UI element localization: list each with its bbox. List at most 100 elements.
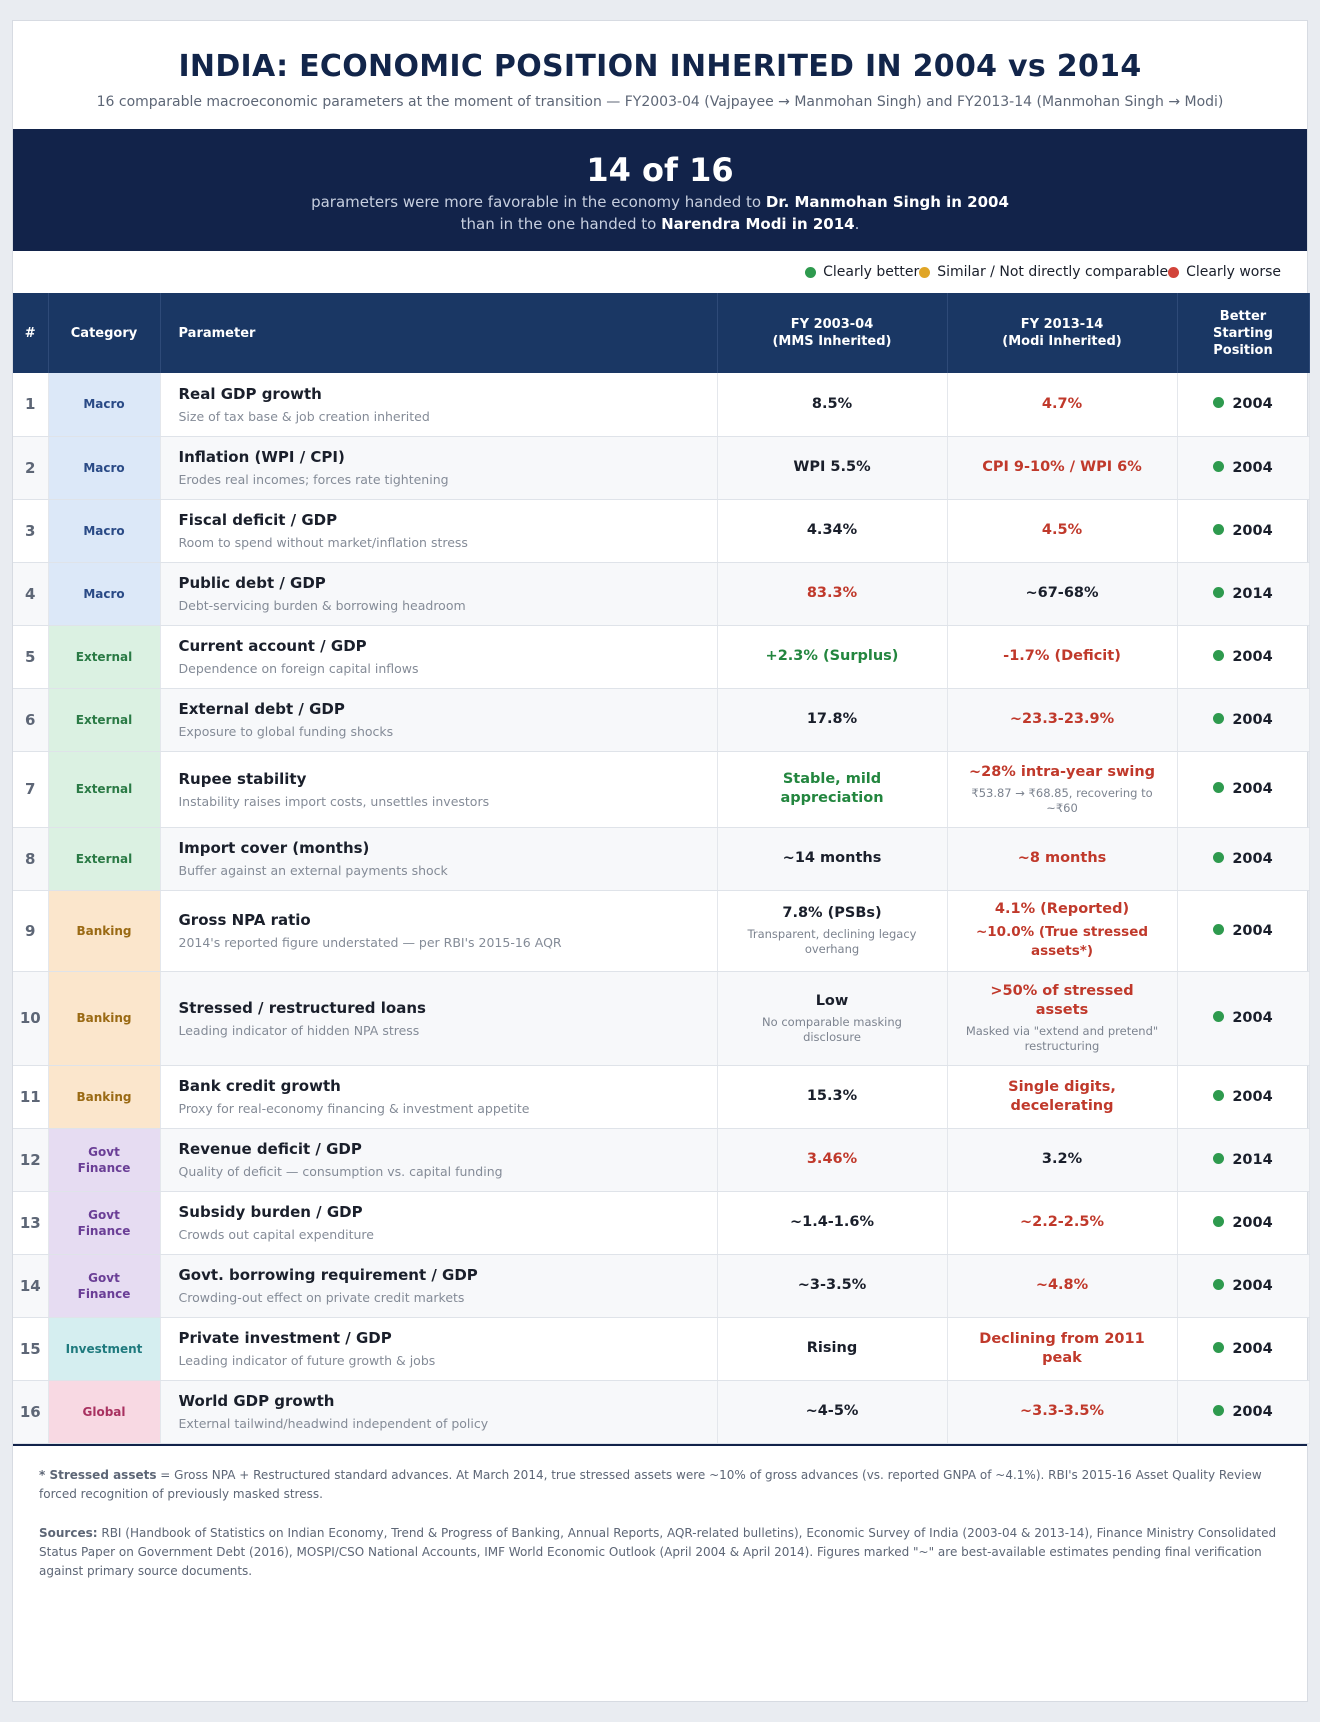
fy2013-14-note: ₹53.87 → ₹68.85, recovering to ~₹60 bbox=[971, 785, 1153, 815]
fy2003-04-value: Rising bbox=[806, 1340, 858, 1356]
col-fy2003-04: FY 2003-04 (MMS Inherited) bbox=[717, 293, 948, 373]
fy2013-14-value: ~23.3-23.9% bbox=[1009, 711, 1115, 727]
sources-text: RBI (Handbook of Statistics on Indian Ec… bbox=[39, 1525, 1277, 1578]
parameter-name: World GDP growth bbox=[178, 1392, 335, 1410]
better-position-cell: 2004 bbox=[1177, 890, 1310, 972]
fy2013-14-value: ~3.3-3.5% bbox=[1019, 1403, 1105, 1419]
fy2003-04-value: WPI 5.5% bbox=[793, 459, 871, 475]
fy2013-14-value-cell: ~3.3-3.5% bbox=[947, 1380, 1178, 1444]
fy2013-14-value: ~67-68% bbox=[1025, 585, 1099, 601]
parameter-description: 2014's reported figure understated — per… bbox=[178, 935, 562, 950]
parameter-name: Gross NPA ratio bbox=[178, 911, 311, 929]
better-dot-icon bbox=[1213, 649, 1225, 661]
parameter-cell: Gross NPA ratio 2014's reported figure un… bbox=[160, 890, 718, 972]
legend-item: Clearly better bbox=[805, 264, 919, 280]
fy2003-04-value: Stable, mild appreciation bbox=[780, 771, 884, 806]
better-year: 2004 bbox=[1232, 1277, 1273, 1294]
parameter-description: Buffer against an external payments shoc… bbox=[178, 863, 448, 878]
parameter-description: Leading indicator of hidden NPA stress bbox=[178, 1022, 420, 1038]
parameter-description: Exposure to global funding shocks bbox=[178, 724, 394, 739]
category-badge: Investment bbox=[48, 1317, 161, 1381]
row-number: 9 bbox=[13, 890, 49, 972]
better-position-cell: 2004 bbox=[1177, 1380, 1310, 1444]
fy2003-04-value-cell: Rising bbox=[717, 1317, 948, 1381]
better-position-cell: 2004 bbox=[1177, 827, 1310, 891]
parameter-description: Erodes real incomes; forces rate tighten… bbox=[178, 472, 449, 487]
parameter-name: Real GDP growth bbox=[178, 384, 322, 403]
table-row: 13 Govt Finance Subsidy burden / GDP Crowds… bbox=[13, 1191, 1310, 1255]
fy2003-04-value-cell: 83.3% bbox=[717, 562, 948, 626]
fy2013-14-value-cell: 4.7% bbox=[947, 373, 1178, 437]
better-position-cell: 2014 bbox=[1177, 562, 1310, 626]
fy2003-04-note: No comparable masking disclosure bbox=[762, 1014, 902, 1044]
fy2013-14-value-cell: 4.1% (Reported) ~10.0% (True stressed ass… bbox=[947, 890, 1178, 972]
better-year: 2004 bbox=[1232, 648, 1273, 665]
better-year: 2004 bbox=[1232, 781, 1273, 797]
fy2003-04-value-cell: Low No comparable masking disclosure bbox=[717, 971, 948, 1066]
parameter-description: Crowding-out effect on private credit ma… bbox=[178, 1290, 465, 1305]
parameter-name: Bank credit growth bbox=[178, 1077, 341, 1095]
row-number: 15 bbox=[13, 1317, 49, 1381]
better-dot-icon bbox=[1213, 460, 1225, 472]
row-number: 14 bbox=[13, 1254, 49, 1318]
parameter-cell: Rupee stability Instability raises import… bbox=[160, 751, 718, 828]
comparison-table: # Category Parameter FY 2003-04 (MMS Inhe… bbox=[13, 293, 1310, 1444]
summary-line-2-text: than in the one handed to bbox=[460, 215, 662, 233]
better-position-cell: 2004 bbox=[1177, 688, 1310, 752]
row-number: 10 bbox=[13, 971, 49, 1066]
legend-item: Similar / Not directly comparable bbox=[919, 264, 1168, 280]
better-year: 2004 bbox=[1232, 1340, 1273, 1357]
summary-line-2: than in the one handed to Narendra Modi … bbox=[13, 215, 1307, 233]
parameter-name: Govt. borrowing requirement / GDP bbox=[178, 1266, 478, 1284]
better-position-cell: 2004 bbox=[1177, 1317, 1310, 1381]
row-number: 13 bbox=[13, 1191, 49, 1255]
parameter-cell: Current account / GDP Dependence on forei… bbox=[160, 625, 718, 689]
better-year: 2004 bbox=[1232, 522, 1273, 539]
parameter-name: Private investment / GDP bbox=[178, 1329, 392, 1347]
summary-line-2-bold: Narendra Modi in 2014 bbox=[661, 215, 855, 233]
page-subtitle: 16 comparable macroeconomic parameters a… bbox=[96, 94, 1224, 110]
page-title: INDIA: ECONOMIC POSITION INHERITED IN 20… bbox=[178, 49, 1142, 84]
legend: Clearly better Similar / Not directly com… bbox=[13, 251, 1307, 293]
category-badge: Govt Finance bbox=[48, 1128, 161, 1192]
parameter-name: Current account / GDP bbox=[178, 637, 367, 655]
fy2003-04-value-cell: 8.5% bbox=[717, 373, 948, 437]
fy2013-14-value-cell: CPI 9-10% / WPI 6% bbox=[947, 436, 1178, 500]
col-parameter: Parameter bbox=[160, 293, 718, 373]
fy2003-04-value: 83.3% bbox=[806, 585, 858, 601]
better-year: 2004 bbox=[1232, 459, 1273, 476]
fy2013-14-value-cell: -1.7% (Deficit) bbox=[947, 625, 1178, 689]
category-badge: Global bbox=[48, 1380, 161, 1444]
note-text: = Gross NPA + Restructured standard adva… bbox=[39, 1467, 1262, 1501]
parameter-cell: Subsidy burden / GDP Crowds out capital e… bbox=[160, 1191, 718, 1255]
summary-line-1-text: parameters were more favorable in the ec… bbox=[311, 193, 766, 211]
col-better-line2: Starting bbox=[1213, 325, 1273, 341]
better-position-cell: 2004 bbox=[1177, 625, 1310, 689]
col-fy2013-14-line1: FY 2013-14 bbox=[1020, 317, 1104, 332]
fy2003-04-value: 8.5% bbox=[811, 395, 853, 412]
parameter-cell: Fiscal deficit / GDP Room to spend withou… bbox=[160, 499, 718, 563]
fy2013-14-value-cell: Single digits, decelerating bbox=[947, 1065, 1178, 1129]
fy2013-14-value: Single digits, decelerating bbox=[1008, 1078, 1116, 1114]
table-row: 6 External External debt / GDP Exposure to … bbox=[13, 688, 1310, 752]
fy2013-14-value-cell: ~2.2-2.5% bbox=[947, 1191, 1178, 1255]
category-badge: Govt Finance bbox=[48, 1191, 161, 1255]
table-row: 7 External Rupee stability Instability rais… bbox=[13, 751, 1310, 828]
better-dot-icon bbox=[1213, 586, 1225, 598]
parameter-cell: Bank credit growth Proxy for real-economy… bbox=[160, 1065, 718, 1129]
parameter-cell: World GDP growth External tailwind/headwi… bbox=[160, 1380, 718, 1444]
fy2003-04-value: ~4-5% bbox=[805, 1403, 859, 1419]
fy2013-14-value-cell: ~4.8% bbox=[947, 1254, 1178, 1318]
fy2003-04-value-cell: 15.3% bbox=[717, 1065, 948, 1129]
better-year: 2004 bbox=[1232, 850, 1273, 867]
better-position-cell: 2004 bbox=[1177, 1191, 1310, 1255]
summary-line-1: parameters were more favorable in the ec… bbox=[13, 193, 1307, 211]
table-row: 10 Banking Stressed / restructured loans Le… bbox=[13, 971, 1310, 1066]
better-dot-icon bbox=[1213, 1278, 1225, 1290]
better-dot-icon bbox=[1213, 1341, 1225, 1353]
row-number: 2 bbox=[13, 436, 49, 500]
category-badge: Macro bbox=[48, 499, 161, 563]
legend-dot-icon bbox=[1168, 266, 1180, 278]
better-dot-icon bbox=[1213, 1152, 1225, 1164]
fy2003-04-value-cell: 7.8% (PSBs) Transparent, declining legacy… bbox=[717, 890, 948, 972]
